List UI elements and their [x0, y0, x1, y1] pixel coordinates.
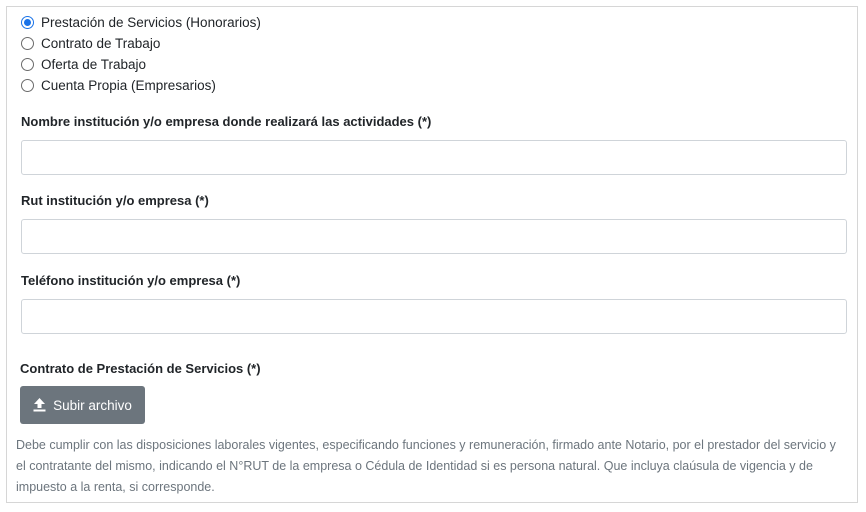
upload-button-label: Subir archivo [53, 397, 132, 413]
phone-label: Teléfono institución y/o empresa (*) [21, 273, 241, 288]
radio-option-contrato[interactable]: Contrato de Trabajo [21, 33, 160, 53]
radio-label-contrato: Contrato de Trabajo [41, 35, 161, 51]
radio-button-cuenta-propia[interactable] [21, 78, 34, 92]
institution-name-input[interactable] [21, 140, 847, 175]
radio-button-honorarios[interactable] [21, 15, 34, 29]
contract-help-text: Debe cumplir con las disposiciones labor… [16, 438, 836, 494]
radio-label-cuenta-propia: Cuenta Propia (Empresarios) [41, 77, 216, 93]
radio-label-oferta: Oferta de Trabajo [41, 56, 147, 72]
radio-option-honorarios[interactable]: Prestación de Servicios (Honorarios) [21, 12, 261, 32]
radio-button-oferta[interactable] [21, 57, 34, 71]
radio-button-contrato[interactable] [21, 36, 34, 50]
rut-input[interactable] [21, 219, 847, 254]
rut-label: Rut institución y/o empresa (*) [21, 193, 209, 208]
radio-label-honorarios: Prestación de Servicios (Honorarios) [41, 14, 261, 30]
upload-file-button[interactable]: Subir archivo [20, 386, 145, 424]
contract-label: Contrato de Prestación de Servicios (*) [20, 361, 261, 376]
institution-name-label: Nombre institución y/o empresa donde rea… [21, 114, 432, 129]
work-info-form: Prestación de Servicios (Honorarios) Con… [6, 6, 858, 503]
phone-input[interactable] [21, 299, 847, 334]
upload-icon [33, 398, 46, 412]
radio-option-oferta[interactable]: Oferta de Trabajo [21, 54, 146, 74]
radio-option-cuenta-propia[interactable]: Cuenta Propia (Empresarios) [21, 75, 216, 95]
